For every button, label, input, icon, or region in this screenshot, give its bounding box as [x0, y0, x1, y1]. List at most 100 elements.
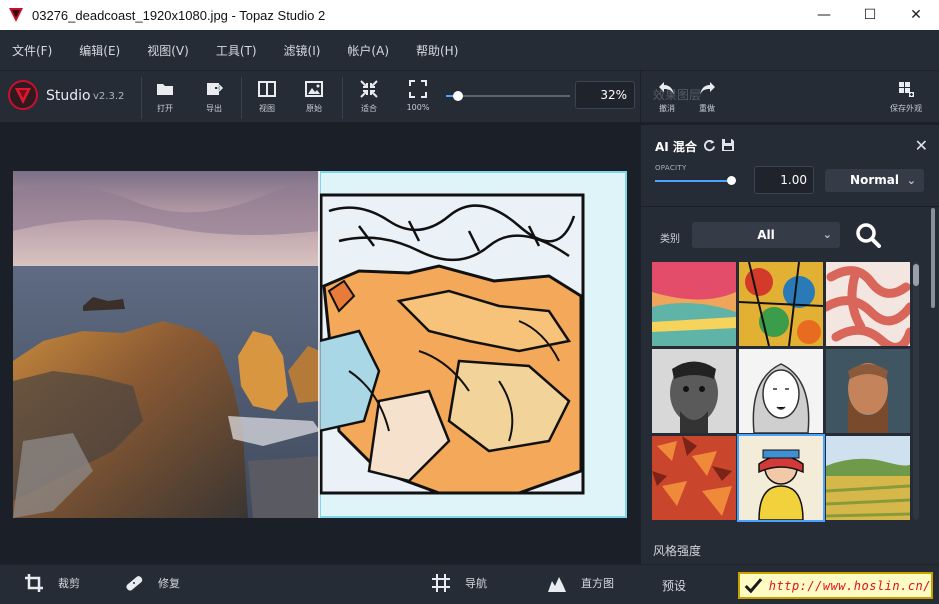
crop-icon	[25, 574, 43, 592]
style-thumbnail[interactable]	[826, 262, 910, 346]
search-icon[interactable]	[855, 222, 881, 248]
navigator-button[interactable]: 导航	[431, 573, 487, 593]
chevron-down-icon: ⌄	[822, 228, 832, 241]
blend-mode-value: Normal	[850, 173, 899, 187]
undo-button[interactable]: 撤消	[647, 79, 687, 119]
category-select[interactable]: All ⌄	[692, 222, 840, 248]
opacity-label: OPACITY	[655, 164, 687, 172]
redo-button[interactable]: 重做	[687, 79, 727, 119]
reset-icon[interactable]	[703, 139, 716, 152]
toolbar-divider	[141, 77, 142, 119]
menu-account[interactable]: 帐户(A)	[347, 42, 389, 59]
navigator-label: 导航	[465, 577, 487, 590]
redo-label: 重做	[699, 104, 715, 113]
menu-edit[interactable]: 编辑(E)	[79, 42, 120, 59]
style-thumbnail[interactable]	[652, 349, 736, 433]
opacity-slider-fill	[655, 180, 731, 182]
panel-header: AI 混合 ✕	[641, 122, 939, 166]
style-thumbnail[interactable]	[826, 349, 910, 433]
panel-scroll-thumb[interactable]	[931, 208, 935, 308]
close-window-button[interactable]: ✕	[893, 0, 939, 30]
watermark-url: http://www.hoslin.cn/	[768, 578, 931, 593]
panel-close-icon[interactable]: ✕	[915, 136, 928, 155]
minimize-button[interactable]: —	[801, 0, 847, 30]
opacity-slider-handle[interactable]	[727, 176, 736, 185]
crop-label: 裁剪	[58, 577, 80, 590]
repair-label: 修复	[158, 577, 180, 590]
menu-bar: 文件(F) 编辑(E) 视图(V) 工具(T) 滤镜(I) 帐户(A) 帮助(H…	[0, 30, 939, 70]
studio-logo-icon	[8, 80, 38, 110]
export-label: 导出	[206, 104, 222, 113]
style-thumbnail[interactable]	[652, 262, 736, 346]
watermark-badge: http://www.hoslin.cn/	[738, 572, 933, 599]
menu-help[interactable]: 帮助(H)	[416, 42, 458, 59]
original-photo-half	[13, 171, 320, 518]
histogram-icon	[548, 577, 566, 592]
zoom-100-button[interactable]: 100%	[398, 79, 438, 119]
style-thumbnail[interactable]	[826, 436, 910, 520]
app-name: Studio	[46, 88, 91, 104]
panel-title: AI 混合	[655, 140, 697, 154]
style-thumbnail-grid	[652, 262, 910, 522]
blend-mode-select[interactable]: Normal ⌄	[825, 169, 924, 192]
fit-icon	[360, 80, 378, 98]
export-icon	[207, 83, 224, 95]
bottom-toolbar: 裁剪 修复 导航 直方图 预设 http://www.hoslin.cn/	[0, 564, 939, 604]
save-look-button[interactable]: 保存外观	[886, 79, 926, 119]
ai-stylized-half	[319, 171, 627, 518]
grid-icon	[432, 574, 450, 592]
open-button[interactable]: 打开	[145, 79, 185, 119]
thumbnail-scrollbar[interactable]	[913, 262, 919, 520]
toolbar-divider	[342, 77, 343, 119]
chevron-down-icon: ⌄	[906, 174, 916, 187]
zoom-100-label: 100%	[406, 103, 430, 112]
style-thumbnail[interactable]	[739, 262, 823, 346]
panel-scrollbar[interactable]	[931, 208, 937, 528]
app-version: v2.3.2	[93, 91, 125, 102]
topaz-app-icon	[9, 8, 23, 22]
ai-remix-panel: AI 混合 ✕ OPACITY 1.00 Normal ⌄ 类别 All ⌄ 风…	[640, 122, 939, 564]
view-label: 视图	[259, 104, 275, 113]
original-label: 原始	[306, 104, 322, 113]
menu-file[interactable]: 文件(F)	[12, 42, 52, 59]
save-look-icon	[899, 82, 914, 97]
repair-button[interactable]: 修复	[124, 573, 180, 593]
open-label: 打开	[157, 104, 173, 113]
category-value: All	[757, 228, 775, 242]
histogram-label: 直方图	[581, 577, 614, 590]
style-thumbnail[interactable]	[739, 349, 823, 433]
menu-tools[interactable]: 工具(T)	[216, 42, 257, 59]
checkmark-icon	[744, 577, 763, 593]
style-strength-label: 风格强度	[653, 544, 702, 558]
redo-icon	[700, 82, 715, 95]
zoom-slider-handle[interactable]	[453, 91, 464, 101]
history-toolbar: 效果图层 撤消 重做 保存外观	[640, 71, 939, 123]
opacity-value-field[interactable]: 1.00	[754, 166, 814, 194]
style-thumbnail[interactable]	[652, 436, 736, 520]
window-titlebar: 03276_deadcoast_1920x1080.jpg - Topaz St…	[0, 0, 939, 30]
export-button[interactable]: 导出	[194, 79, 234, 119]
main-toolbar: Studio v2.3.2 打开 导出 视图 原始 适合 100% 32% 效果…	[0, 70, 939, 123]
maximize-button[interactable]: ☐	[847, 0, 893, 30]
original-button[interactable]: 原始	[294, 79, 334, 119]
histogram-button[interactable]: 直方图	[547, 573, 614, 593]
panel-divider	[641, 206, 939, 207]
fit-button[interactable]: 适合	[349, 79, 389, 119]
save-preset-icon[interactable]	[721, 138, 735, 152]
image-canvas[interactable]	[0, 122, 640, 564]
menu-filters[interactable]: 滤镜(I)	[284, 42, 321, 59]
opacity-slider[interactable]	[655, 176, 736, 185]
window-title: 03276_deadcoast_1920x1080.jpg - Topaz St…	[32, 7, 326, 23]
thumbnail-scroll-thumb[interactable]	[913, 264, 919, 286]
presets-tab[interactable]: 预设	[662, 577, 686, 594]
zoom-100-icon	[409, 80, 427, 98]
crop-button[interactable]: 裁剪	[24, 573, 80, 593]
toolbar-divider	[241, 77, 242, 119]
view-split-icon	[258, 81, 276, 97]
zoom-value-field[interactable]: 32%	[575, 81, 635, 109]
zoom-slider[interactable]	[446, 91, 570, 101]
before-after-divider[interactable]	[318, 171, 320, 518]
view-button[interactable]: 视图	[247, 79, 287, 119]
menu-view[interactable]: 视图(V)	[147, 42, 189, 59]
style-thumbnail-selected[interactable]	[737, 434, 825, 522]
